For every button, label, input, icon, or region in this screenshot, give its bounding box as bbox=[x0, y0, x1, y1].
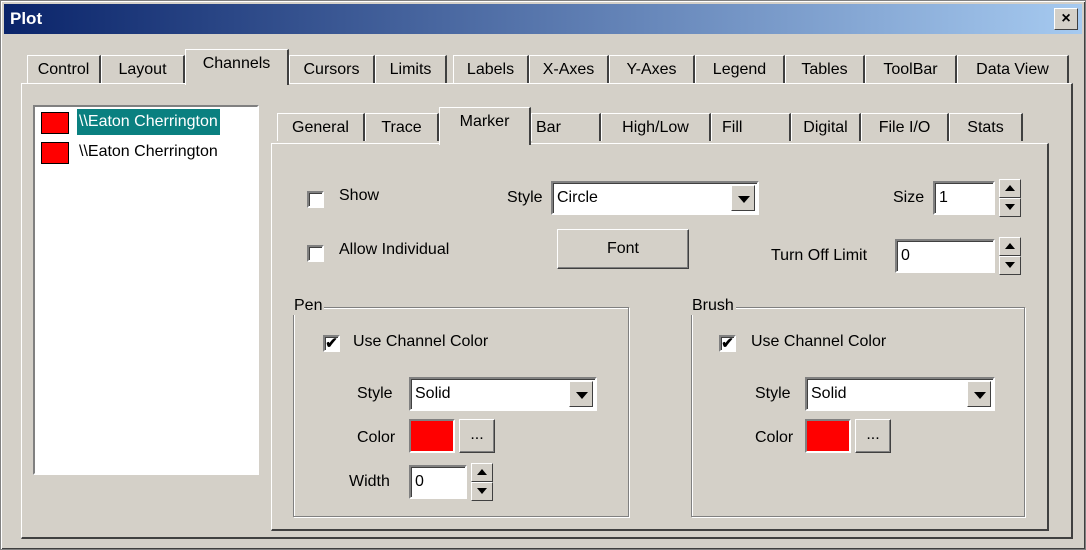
tab-tables[interactable]: Tables bbox=[785, 55, 865, 83]
channel-color-swatch bbox=[41, 142, 69, 164]
brush-style-value: Solid bbox=[811, 385, 847, 402]
pen-style-select[interactable]: Solid bbox=[409, 377, 597, 411]
channel-list[interactable]: \\Eaton Cherrington \\Eaton Cherrington bbox=[33, 105, 259, 475]
chevron-down-icon[interactable] bbox=[731, 185, 755, 211]
tab-general[interactable]: General bbox=[277, 113, 365, 141]
spin-up-icon[interactable] bbox=[999, 179, 1021, 198]
allow-individual-checkbox[interactable] bbox=[307, 245, 324, 262]
marker-style-value: Circle bbox=[557, 189, 598, 206]
show-label: Show bbox=[339, 187, 380, 204]
pen-color-browse-button[interactable]: ... bbox=[459, 419, 495, 453]
tab-legend[interactable]: Legend bbox=[695, 55, 785, 83]
brush-color-browse-button[interactable]: ... bbox=[855, 419, 891, 453]
brush-color-swatch[interactable] bbox=[805, 419, 851, 453]
allow-individual-label: Allow Individual bbox=[339, 241, 450, 258]
turn-off-limit-input[interactable]: 0 bbox=[895, 239, 995, 273]
pen-style-value: Solid bbox=[415, 385, 451, 402]
tab-digital[interactable]: Digital bbox=[791, 113, 861, 141]
tab-fill[interactable]: Fill bbox=[711, 113, 791, 141]
style-label: Style bbox=[507, 189, 543, 206]
tab-stats[interactable]: Stats bbox=[949, 113, 1023, 141]
turn-off-limit-value: 0 bbox=[901, 247, 910, 264]
list-item[interactable]: \\Eaton Cherrington bbox=[39, 139, 253, 167]
font-button[interactable]: Font bbox=[557, 229, 689, 269]
tab-x-axes[interactable]: X-Axes bbox=[529, 55, 609, 83]
pen-width-label: Width bbox=[349, 473, 390, 490]
tab-marker[interactable]: Marker bbox=[439, 107, 531, 145]
pen-width-spinner[interactable] bbox=[471, 463, 493, 501]
pen-width-value: 0 bbox=[415, 473, 424, 490]
tab-high-low[interactable]: High/Low bbox=[601, 113, 711, 141]
turn-off-limit-label: Turn Off Limit bbox=[771, 247, 868, 264]
pen-width-input[interactable]: 0 bbox=[409, 465, 467, 499]
tab-labels[interactable]: Labels bbox=[453, 55, 529, 83]
marker-style-select[interactable]: Circle bbox=[551, 181, 759, 215]
size-label: Size bbox=[893, 189, 925, 206]
tab-toolbar[interactable]: ToolBar bbox=[865, 55, 957, 83]
close-button[interactable]: × bbox=[1054, 8, 1078, 30]
pen-group-title: Pen bbox=[292, 297, 325, 315]
pen-use-channel-color-checkbox[interactable]: ✔ bbox=[323, 335, 340, 352]
tab-layout[interactable]: Layout bbox=[101, 55, 185, 83]
tab-limits[interactable]: Limits bbox=[375, 55, 447, 83]
size-input[interactable]: 1 bbox=[933, 181, 995, 215]
spin-down-icon[interactable] bbox=[471, 482, 493, 501]
tab-data-view[interactable]: Data View bbox=[957, 55, 1069, 83]
tab-channels[interactable]: Channels bbox=[185, 49, 289, 85]
tab-control[interactable]: Control bbox=[27, 55, 101, 83]
size-spinner[interactable] bbox=[999, 179, 1021, 217]
list-item[interactable]: \\Eaton Cherrington bbox=[39, 109, 253, 137]
spin-up-icon[interactable] bbox=[471, 463, 493, 482]
window-title: Plot bbox=[10, 9, 43, 28]
tab-y-axes[interactable]: Y-Axes bbox=[609, 55, 695, 83]
size-value: 1 bbox=[939, 189, 948, 206]
turn-off-limit-spinner[interactable] bbox=[999, 237, 1021, 275]
plot-window: Plot × Control Layout Channels Cursors L… bbox=[0, 0, 1086, 550]
brush-use-channel-color-checkbox[interactable]: ✔ bbox=[719, 335, 736, 352]
tab-bar[interactable]: Bar bbox=[531, 113, 601, 141]
title-bar[interactable]: Plot × bbox=[4, 4, 1082, 34]
pen-style-label: Style bbox=[357, 385, 393, 402]
brush-style-label: Style bbox=[755, 385, 791, 402]
spin-up-icon[interactable] bbox=[999, 237, 1021, 256]
chevron-down-icon[interactable] bbox=[569, 381, 593, 407]
pen-use-channel-color-label: Use Channel Color bbox=[353, 333, 489, 350]
tab-cursors[interactable]: Cursors bbox=[289, 55, 375, 83]
spin-down-icon[interactable] bbox=[999, 198, 1021, 217]
pen-color-swatch[interactable] bbox=[409, 419, 455, 453]
pen-color-label: Color bbox=[357, 429, 396, 446]
chevron-down-icon[interactable] bbox=[967, 381, 991, 407]
brush-group-title: Brush bbox=[690, 297, 736, 315]
spin-down-icon[interactable] bbox=[999, 256, 1021, 275]
channel-color-swatch bbox=[41, 112, 69, 134]
tab-file-io[interactable]: File I/O bbox=[861, 113, 949, 141]
channel-label: \\Eaton Cherrington bbox=[77, 109, 220, 135]
show-checkbox[interactable] bbox=[307, 191, 324, 208]
tab-trace[interactable]: Trace bbox=[365, 113, 439, 141]
brush-use-channel-color-label: Use Channel Color bbox=[751, 333, 887, 350]
brush-style-select[interactable]: Solid bbox=[805, 377, 995, 411]
brush-color-label: Color bbox=[755, 429, 794, 446]
channel-label: \\Eaton Cherrington bbox=[79, 143, 218, 160]
